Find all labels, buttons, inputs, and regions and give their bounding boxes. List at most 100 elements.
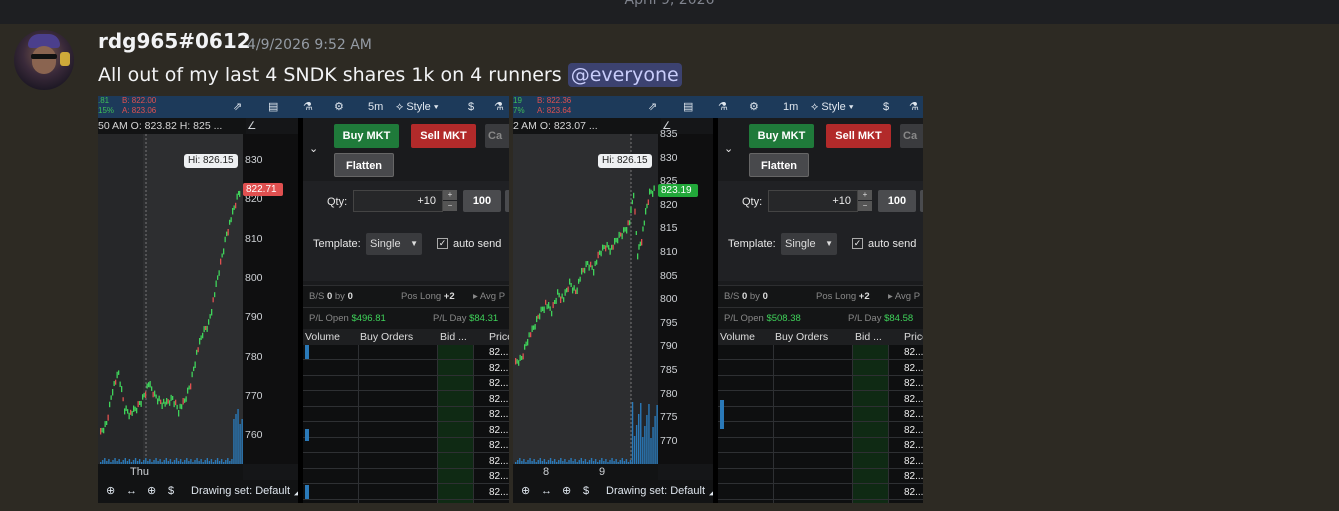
ladder-price[interactable]: 82... — [904, 469, 923, 484]
qty-preset-button-2[interactable] — [920, 190, 923, 212]
ladder-row[interactable]: 82... — [303, 407, 509, 422]
quantity-field[interactable]: +10 — [353, 190, 443, 212]
dollar-icon[interactable]: $ — [468, 99, 474, 115]
style-menu[interactable]: ⟡ Style ▾ — [811, 99, 853, 115]
price-ladder[interactable]: 82... 82... 82... 82... 82... 82... 82... 82...… — [303, 345, 509, 503]
user-avatar[interactable] — [14, 30, 74, 90]
crosshair-icon[interactable]: ⊕ — [147, 480, 156, 503]
studies-icon[interactable]: ⚗ — [909, 99, 919, 115]
col-bid[interactable]: Bid ... — [440, 329, 467, 345]
auto-send-checkbox[interactable]: ✓ — [852, 238, 863, 249]
trading-screenshot-1[interactable]: .81 15% B: 822.00 A: 823.06 ⇗ ▤ ⚗ ⚙ 5m ⟡… — [98, 96, 509, 503]
price-chart[interactable]: Hi: 826.15 — [513, 134, 658, 464]
gear-icon[interactable]: ⚙ — [749, 99, 759, 115]
ladder-price[interactable]: 82... — [904, 485, 923, 500]
buy-mkt-button[interactable]: Buy MKT — [749, 124, 814, 148]
ladder-price[interactable]: 82... — [904, 407, 923, 422]
col-price[interactable]: Price — [904, 329, 923, 345]
share-icon[interactable]: ⇗ — [648, 99, 657, 115]
ladder-row[interactable]: 82... — [303, 485, 509, 500]
collapse-chevron-icon[interactable]: ⌄ — [724, 142, 733, 155]
price-chart[interactable]: Hi: 826.15 — [98, 134, 243, 464]
ladder-price[interactable]: 82... — [489, 454, 508, 469]
ladder-price[interactable]: 82... — [904, 376, 923, 391]
studies-icon[interactable]: ⚗ — [494, 99, 504, 115]
ladder-price[interactable]: 82... — [489, 392, 508, 407]
qty-increment-button[interactable]: + — [443, 190, 457, 200]
pan-arrows-icon[interactable]: ↔ — [126, 480, 137, 503]
ladder-price[interactable]: 82... — [489, 376, 508, 391]
ladder-row[interactable]: 82... — [718, 469, 923, 484]
qty-preset-button[interactable]: 100 — [463, 190, 501, 212]
quantity-field[interactable]: +10 — [768, 190, 858, 212]
dollar-tool-icon[interactable]: $ — [583, 480, 589, 503]
ladder-price[interactable]: 82... — [489, 423, 508, 438]
sell-mkt-button[interactable]: Sell MKT — [411, 124, 476, 148]
ladder-row[interactable]: 82... — [718, 423, 923, 438]
trading-screenshot-2[interactable]: 19 7% B: 822.36 A: 823.64 ⇗ ▤ ⚗ ⚙ 1m ⟡ S… — [513, 96, 923, 503]
studies-flask-icon[interactable]: ⚗ — [718, 99, 728, 115]
ladder-row[interactable]: 82... — [718, 392, 923, 407]
ladder-price[interactable]: 82... — [489, 407, 508, 422]
template-select[interactable]: Single ▼ — [366, 233, 422, 255]
ladder-row[interactable]: 82... — [303, 423, 509, 438]
ladder-row[interactable]: 82... — [718, 438, 923, 453]
qty-decrement-button[interactable]: − — [858, 201, 872, 211]
dollar-tool-icon[interactable]: $ — [168, 480, 174, 503]
col-buy-orders[interactable]: Buy Orders — [360, 329, 413, 345]
draw-tool-icon[interactable]: ∠ — [662, 120, 671, 132]
ladder-price[interactable]: 82... — [904, 361, 923, 376]
ladder-row[interactable]: 82... — [303, 376, 509, 391]
qty-decrement-button[interactable]: − — [443, 201, 457, 211]
col-bid[interactable]: Bid ... — [855, 329, 882, 345]
interval-selector[interactable]: 5m — [368, 99, 383, 115]
everyone-mention[interactable]: @everyone — [567, 63, 682, 87]
ladder-row[interactable]: 82... — [303, 454, 509, 469]
template-select[interactable]: Single ▼ — [781, 233, 837, 255]
style-menu[interactable]: ⟡ Style ▾ — [396, 99, 438, 115]
drawing-set-selector[interactable]: Drawing set: Default — [606, 480, 705, 503]
ladder-row[interactable]: 82... — [303, 438, 509, 453]
ladder-price[interactable]: 82... — [489, 469, 508, 484]
interval-selector[interactable]: 1m — [783, 99, 798, 115]
sell-mkt-button[interactable]: Sell MKT — [826, 124, 891, 148]
ladder-price[interactable]: 82... — [904, 392, 923, 407]
ladder-row[interactable]: 82... — [303, 469, 509, 484]
qty-increment-button[interactable]: + — [858, 190, 872, 200]
ladder-row[interactable]: 82... — [718, 345, 923, 360]
draw-tool-icon[interactable]: ∠ — [247, 120, 256, 132]
ladder-row[interactable]: 82... — [718, 407, 923, 422]
ladder-row[interactable]: 82... — [718, 361, 923, 376]
cancel-orders-button[interactable]: Ca — [900, 124, 923, 148]
qty-preset-button[interactable]: 100 — [878, 190, 916, 212]
auto-send-checkbox[interactable]: ✓ — [437, 238, 448, 249]
qty-preset-button-2[interactable] — [505, 190, 509, 212]
crosshair-icon[interactable]: ⊕ — [562, 480, 571, 503]
ladder-row[interactable]: 82... — [303, 345, 509, 360]
ladder-price[interactable]: 82... — [489, 345, 508, 360]
flatten-button[interactable]: Flatten — [334, 153, 394, 177]
dollar-icon[interactable]: $ — [883, 99, 889, 115]
ladder-row[interactable]: 82... — [303, 361, 509, 376]
studies-flask-icon[interactable]: ⚗ — [303, 99, 313, 115]
ladder-row[interactable]: 82... — [303, 392, 509, 407]
ladder-price[interactable]: 82... — [904, 454, 923, 469]
col-volume[interactable]: Volume — [305, 329, 340, 345]
ladder-price[interactable]: 82... — [489, 361, 508, 376]
zoom-icon[interactable]: ⊕ — [106, 480, 115, 503]
collapse-chevron-icon[interactable]: ⌄ — [309, 142, 318, 155]
flatten-button[interactable]: Flatten — [749, 153, 809, 177]
username[interactable]: rdg965#0612 — [98, 29, 251, 53]
col-price[interactable]: Price — [489, 329, 509, 345]
price-ladder[interactable]: 82... 82... 82... 82... 82... 82... 82... 82...… — [718, 345, 923, 503]
cancel-orders-button[interactable]: Ca — [485, 124, 509, 148]
gear-icon[interactable]: ⚙ — [334, 99, 344, 115]
buy-mkt-button[interactable]: Buy MKT — [334, 124, 399, 148]
ladder-row[interactable]: 82... — [718, 454, 923, 469]
pan-arrows-icon[interactable]: ↔ — [541, 480, 552, 503]
col-volume[interactable]: Volume — [720, 329, 755, 345]
ladder-price[interactable]: 82... — [904, 423, 923, 438]
col-buy-orders[interactable]: Buy Orders — [775, 329, 828, 345]
ladder-row[interactable]: 82... — [718, 485, 923, 500]
drawing-set-selector[interactable]: Drawing set: Default — [191, 480, 290, 503]
